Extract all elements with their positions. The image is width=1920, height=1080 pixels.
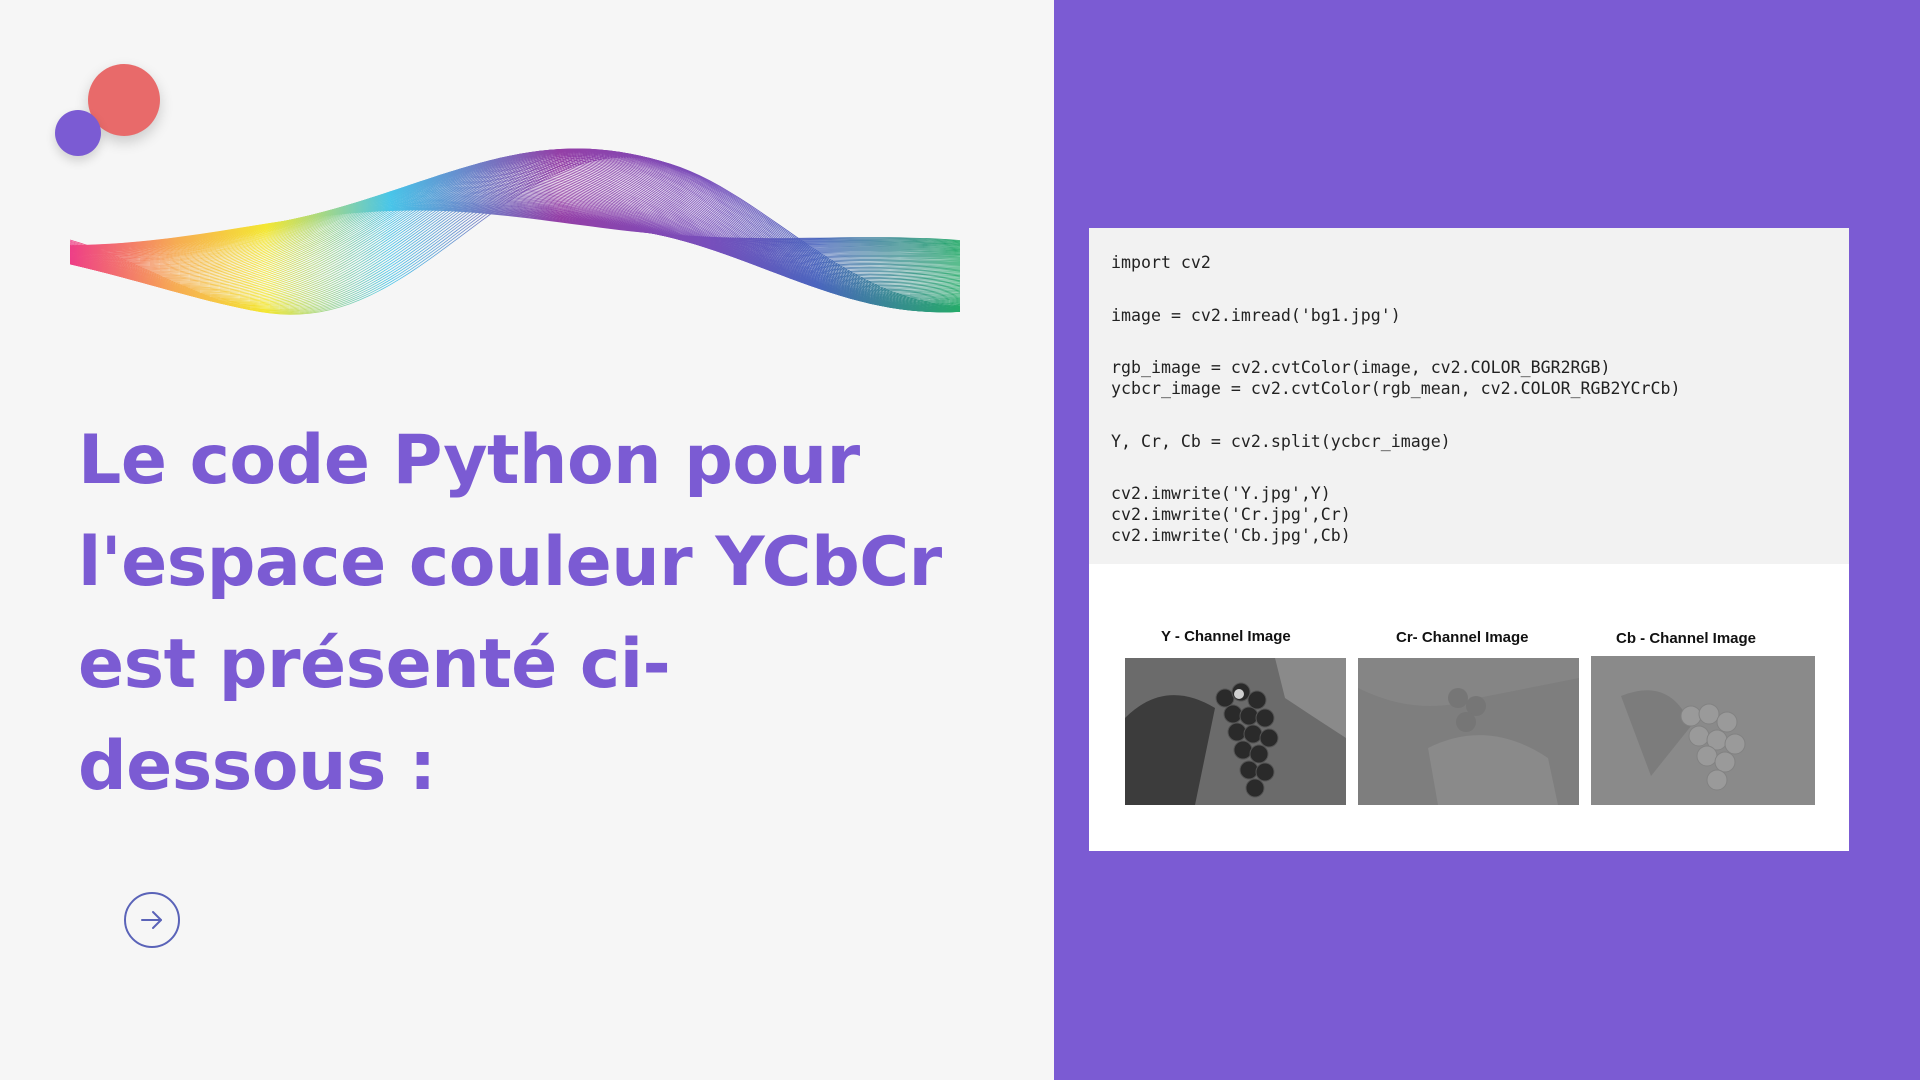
left-panel: Le code Python pour l'espace couleur YCb… bbox=[0, 0, 1054, 1080]
page-title: Le code Python pour l'espace couleur YCb… bbox=[78, 410, 978, 818]
rainbow-wave-illustration bbox=[70, 148, 961, 315]
code-line: import cv2 bbox=[1111, 253, 1211, 272]
code-line: rgb_image = cv2.cvtColor(image, cv2.COLO… bbox=[1111, 358, 1611, 377]
code-line: cv2.imwrite('Y.jpg',Y) bbox=[1111, 484, 1331, 503]
cr-channel-image bbox=[1358, 658, 1579, 805]
cr-channel-label: Cr- Channel Image bbox=[1396, 629, 1529, 646]
code-line: ycbcr_image = cv2.cvtColor(rgb_mean, cv2… bbox=[1111, 379, 1681, 398]
y-channel-image bbox=[1125, 658, 1346, 805]
code-line: cv2.imwrite('Cb.jpg',Cb) bbox=[1111, 526, 1351, 545]
next-slide-button[interactable] bbox=[124, 892, 180, 948]
title-line-3: est présenté ci-dessous : bbox=[78, 625, 671, 806]
title-line-2: l'espace couleur YCbCr bbox=[78, 523, 942, 602]
title-line-1: Le code Python pour bbox=[78, 421, 860, 500]
code-line: Y, Cr, Cb = cv2.split(ycbcr_image) bbox=[1111, 432, 1451, 451]
code-block: import cv2 image = cv2.imread('bg1.jpg')… bbox=[1089, 228, 1849, 564]
code-screenshot-card: import cv2 image = cv2.imread('bg1.jpg')… bbox=[1089, 228, 1849, 851]
cb-channel-label: Cb - Channel Image bbox=[1616, 630, 1757, 647]
code-line: image = cv2.imread('bg1.jpg') bbox=[1111, 306, 1401, 325]
arrow-right-icon bbox=[141, 911, 162, 929]
code-line: cv2.imwrite('Cr.jpg',Cr) bbox=[1111, 505, 1351, 524]
cb-channel-image bbox=[1591, 656, 1815, 805]
y-channel-label: Y - Channel Image bbox=[1161, 628, 1291, 645]
